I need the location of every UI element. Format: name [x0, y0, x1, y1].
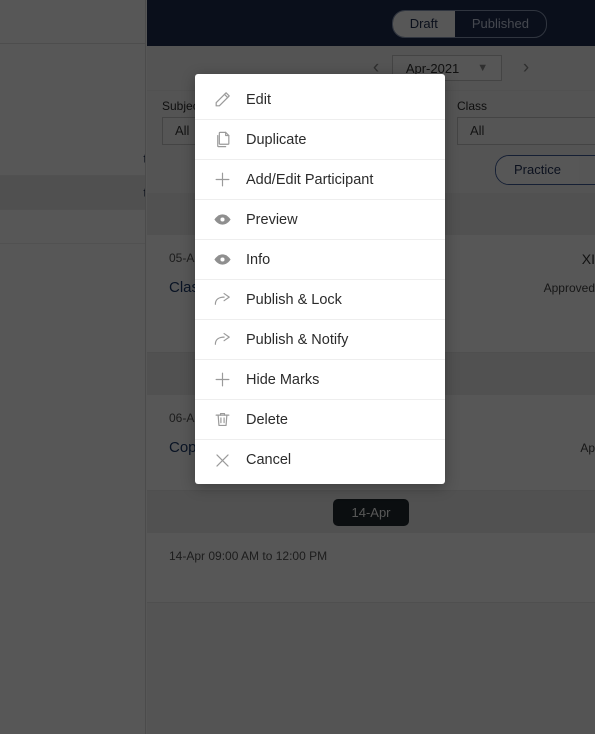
- menu-item-label: Hide Marks: [246, 371, 320, 388]
- close-icon: [207, 449, 237, 471]
- menu-item-cancel[interactable]: Cancel: [195, 440, 445, 480]
- menu-item-info[interactable]: Info: [195, 240, 445, 280]
- menu-item-publish-and-lock[interactable]: Publish & Lock: [195, 280, 445, 320]
- menu-item-delete[interactable]: Delete: [195, 400, 445, 440]
- trash-icon: [207, 409, 237, 431]
- menu-item-label: Preview: [246, 211, 298, 228]
- context-menu: Edit Duplicate Add/Edit Participant Prev…: [195, 74, 445, 484]
- menu-item-label: Add/Edit Participant: [246, 171, 374, 188]
- share-arrow-icon: [207, 289, 237, 311]
- menu-item-label: Delete: [246, 411, 288, 428]
- eye-icon: [207, 209, 237, 231]
- copy-icon: [207, 129, 237, 151]
- menu-item-preview[interactable]: Preview: [195, 200, 445, 240]
- eye-icon: [207, 249, 237, 271]
- plus-icon: [207, 369, 237, 391]
- plus-icon: [207, 169, 237, 191]
- menu-item-duplicate[interactable]: Duplicate: [195, 120, 445, 160]
- menu-item-add-edit-participant[interactable]: Add/Edit Participant: [195, 160, 445, 200]
- pencil-icon: [207, 89, 237, 111]
- menu-item-label: Publish & Lock: [246, 291, 342, 308]
- share-arrow-icon: [207, 329, 237, 351]
- menu-item-label: Publish & Notify: [246, 331, 349, 348]
- menu-item-hide-marks[interactable]: Hide Marks: [195, 360, 445, 400]
- app-root: t t Draft Published ‹ Apr-2021: [0, 0, 595, 734]
- menu-item-label: Duplicate: [246, 131, 307, 148]
- menu-item-label: Cancel: [246, 452, 292, 468]
- menu-item-label: Info: [246, 251, 271, 268]
- menu-item-label: Edit: [246, 91, 271, 108]
- menu-item-edit[interactable]: Edit: [195, 80, 445, 120]
- menu-item-publish-and-notify[interactable]: Publish & Notify: [195, 320, 445, 360]
